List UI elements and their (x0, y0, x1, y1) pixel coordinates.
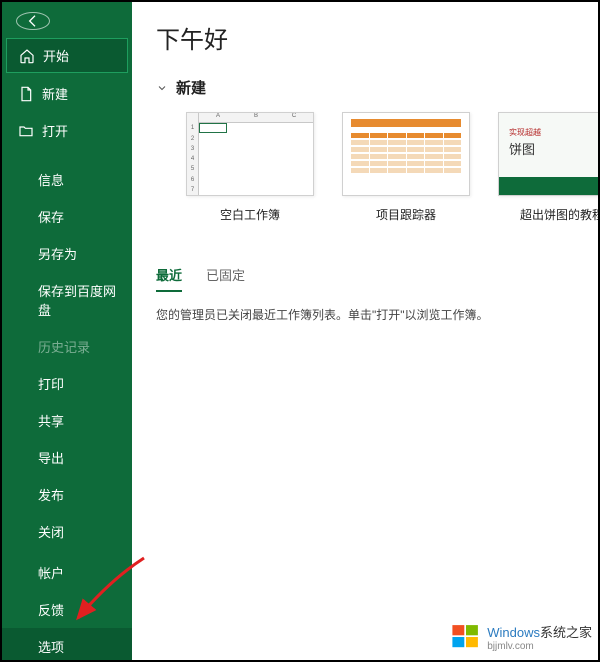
nav-save-as[interactable]: 另存为 (2, 235, 132, 272)
tab-recent[interactable]: 最近 (156, 259, 182, 292)
nav-save-baidu[interactable]: 保存到百度网盘 (2, 272, 132, 328)
nav-history: 历史记录 (2, 328, 132, 365)
nav-label: 新建 (42, 84, 68, 103)
template-thumb (342, 112, 470, 196)
new-section-label: 新建 (176, 77, 206, 98)
arrow-left-icon (25, 13, 41, 29)
back-button[interactable] (16, 12, 50, 30)
template-thumb: 实现超越 饼图 (498, 112, 598, 196)
file-icon (18, 86, 34, 102)
nav-info[interactable]: 信息 (2, 161, 132, 198)
new-section-header[interactable]: 新建 (156, 77, 598, 98)
greeting-text: 下午好 (156, 20, 598, 55)
nav-print[interactable]: 打印 (2, 365, 132, 402)
template-thumb: 1234567 ABC (186, 112, 314, 196)
nav-account[interactable]: 帐户 (2, 554, 132, 591)
nav-open[interactable]: 打开 (2, 112, 132, 149)
template-blank-workbook[interactable]: 1234567 ABC 空白工作簿 (186, 112, 314, 223)
nav-export[interactable]: 导出 (2, 439, 132, 476)
tab-pinned[interactable]: 已固定 (206, 259, 245, 292)
home-icon (19, 48, 35, 64)
template-caption: 超出饼图的教程 (498, 206, 598, 223)
template-list: 1234567 ABC 空白工作簿 (186, 112, 598, 223)
nav-home[interactable]: 开始 (6, 38, 128, 73)
main-area: 下午好 新建 1234567 ABC 空白工作簿 (132, 2, 598, 660)
template-caption: 空白工作簿 (186, 206, 314, 223)
recent-tabs: 最近 已固定 (156, 259, 598, 292)
nav-feedback[interactable]: 反馈 (2, 591, 132, 628)
nav-label: 开始 (43, 46, 69, 65)
nav-label: 打开 (42, 121, 68, 140)
sidebar: 开始 新建 打开 信息 保存 另存为 保存到百度网盘 历史记录 打印 共享 导出… (2, 2, 132, 660)
nav-new[interactable]: 新建 (2, 75, 132, 112)
nav-close[interactable]: 关闭 (2, 513, 132, 550)
folder-open-icon (18, 123, 34, 139)
nav-share[interactable]: 共享 (2, 402, 132, 439)
recent-message: 您的管理员已关闭最近工作簿列表。单击"打开"以浏览工作簿。 (156, 306, 598, 323)
template-pie-tutorial[interactable]: 实现超越 饼图 超出饼图的教程 (498, 112, 598, 223)
chevron-down-icon (156, 82, 168, 94)
nav-options[interactable]: 选项 (2, 628, 132, 662)
nav-publish[interactable]: 发布 (2, 476, 132, 513)
template-caption: 项目跟踪器 (342, 206, 470, 223)
nav-save[interactable]: 保存 (2, 198, 132, 235)
template-project-tracker[interactable]: 项目跟踪器 (342, 112, 470, 223)
